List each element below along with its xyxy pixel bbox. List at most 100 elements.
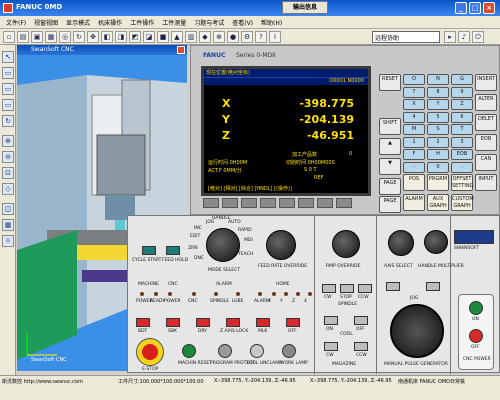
- jog-plus-button[interactable]: [386, 282, 400, 291]
- spindle-cw-button[interactable]: [322, 284, 336, 293]
- shift-key[interactable]: SHIFT: [379, 118, 401, 135]
- menu-item[interactable]: 文件(F): [2, 16, 30, 28]
- keypad-key[interactable]: Y: [427, 99, 449, 110]
- bdt-button[interactable]: [136, 318, 150, 327]
- cool-off-button[interactable]: [354, 316, 368, 325]
- delete-key[interactable]: DELET: [475, 114, 497, 131]
- keypad-key[interactable]: 3: [451, 136, 473, 148]
- zoom-icon[interactable]: ◎: [59, 30, 71, 43]
- menu-item[interactable]: 查看(V): [228, 16, 257, 28]
- view-icon[interactable]: ▭: [2, 67, 14, 79]
- wireframe-icon[interactable]: ◇: [2, 183, 14, 195]
- input-key[interactable]: INPUT: [475, 174, 497, 191]
- can-key[interactable]: CAN: [475, 154, 497, 171]
- cool-on-button[interactable]: [324, 316, 338, 325]
- info-icon[interactable]: i: [269, 30, 281, 43]
- power-off-button[interactable]: [469, 329, 483, 343]
- manual-pulse-generator[interactable]: [390, 304, 444, 358]
- view-icon[interactable]: ▭: [2, 99, 14, 111]
- softkey[interactable]: [241, 198, 257, 208]
- cursor-up-key[interactable]: ▲: [379, 138, 401, 155]
- axis-select-knob[interactable]: [388, 230, 414, 256]
- rotate-icon[interactable]: ↻: [2, 115, 14, 127]
- sbk-button[interactable]: [166, 318, 180, 327]
- menu-item[interactable]: 显示模式: [62, 16, 94, 28]
- cursor-icon[interactable]: ↖: [2, 51, 14, 63]
- keypad-key[interactable]: 1: [403, 136, 425, 148]
- softkey[interactable]: [203, 198, 219, 208]
- door-icon[interactable]: ▥: [185, 30, 197, 43]
- prgrm-key[interactable]: PRGRM: [427, 174, 449, 191]
- page-down-key[interactable]: PAGE: [379, 196, 401, 213]
- output-info-button[interactable]: 输出信息: [282, 1, 328, 14]
- save-icon[interactable]: ▣: [31, 30, 43, 43]
- tool-icon[interactable]: ▲: [171, 30, 183, 43]
- keypad-key[interactable]: 8: [427, 86, 449, 98]
- menu-item[interactable]: 帮助(H): [257, 16, 286, 28]
- record-icon[interactable]: ●: [227, 30, 239, 43]
- exit-icon[interactable]: ⏻: [472, 31, 484, 43]
- view-front-icon[interactable]: ◧: [101, 30, 113, 43]
- eob-key[interactable]: EOB: [475, 134, 497, 151]
- keypad-key[interactable]: M: [403, 124, 425, 135]
- pos-key[interactable]: POS: [403, 174, 425, 191]
- off-button[interactable]: [286, 318, 300, 327]
- spindle-stop-button[interactable]: [340, 284, 354, 293]
- view-close-icon[interactable]: [177, 46, 185, 54]
- rmp-override-knob[interactable]: [332, 230, 360, 258]
- light-icon[interactable]: ☼: [2, 235, 14, 247]
- softkey[interactable]: [298, 198, 314, 208]
- keypad-key[interactable]: X: [403, 99, 425, 110]
- fit-icon[interactable]: ⊡: [2, 167, 14, 179]
- keypad-key[interactable]: T: [451, 124, 473, 135]
- tool-unclamp-button[interactable]: [250, 344, 264, 358]
- alter-key[interactable]: ALTER: [475, 94, 497, 111]
- spindle-ccw-button[interactable]: [358, 284, 372, 293]
- new-icon[interactable]: ▫: [3, 30, 15, 43]
- menu-item[interactable]: 工件操作: [126, 16, 158, 28]
- keypad-key[interactable]: 7: [403, 86, 425, 98]
- insert-key[interactable]: INSERT: [475, 74, 497, 91]
- softkey[interactable]: [336, 198, 352, 208]
- open-icon[interactable]: ▤: [17, 30, 29, 43]
- view-side-icon[interactable]: ◩: [129, 30, 141, 43]
- graph-key[interactable]: CUSTOM GRAPH: [451, 194, 474, 211]
- mlk-button[interactable]: [256, 318, 270, 327]
- keypad-key[interactable]: 4: [403, 111, 425, 123]
- grid-icon[interactable]: ▦: [2, 219, 14, 231]
- cursor-down-key[interactable]: ▼: [379, 158, 401, 175]
- minimize-icon[interactable]: _: [455, 2, 467, 14]
- keypad-key[interactable]: 6: [451, 111, 473, 123]
- offset-key[interactable]: OFFSET SETTING: [451, 174, 473, 191]
- z-axis-lock-button[interactable]: [226, 318, 240, 327]
- estop-button[interactable]: [142, 344, 158, 360]
- handle-multiplier-knob[interactable]: [424, 230, 448, 254]
- keypad-key[interactable]: S: [427, 124, 449, 135]
- menu-item[interactable]: 习题与考试: [190, 16, 228, 28]
- close-icon[interactable]: ×: [483, 2, 495, 14]
- keypad-key[interactable]: 9: [451, 86, 473, 98]
- page-up-key[interactable]: PAGE: [379, 178, 401, 195]
- keypad-key[interactable]: F: [403, 149, 425, 160]
- menu-item[interactable]: 工件测量: [158, 16, 190, 28]
- sound-icon[interactable]: ♪: [458, 31, 470, 43]
- settings-icon[interactable]: ⚙: [241, 30, 253, 43]
- print-icon[interactable]: ▦: [45, 30, 57, 43]
- magazine-ccw-button[interactable]: [354, 342, 368, 351]
- keypad-key[interactable]: 0: [427, 161, 449, 173]
- softkey[interactable]: [222, 198, 238, 208]
- view-iso-icon[interactable]: ◪: [143, 30, 155, 43]
- view-top-icon[interactable]: ◨: [115, 30, 127, 43]
- measure-icon[interactable]: ⊕: [213, 30, 225, 43]
- reset-key[interactable]: RESET: [379, 74, 401, 91]
- keypad-key[interactable]: .: [451, 161, 473, 173]
- softkey[interactable]: [317, 198, 333, 208]
- zoom-out-icon[interactable]: ⊖: [2, 151, 14, 163]
- rotate-icon[interactable]: ↻: [73, 30, 85, 43]
- cube-icon[interactable]: ■: [157, 30, 169, 43]
- keypad-key[interactable]: G: [451, 74, 473, 85]
- keypad-key[interactable]: N: [427, 74, 449, 85]
- keypad-key[interactable]: Z: [451, 99, 473, 110]
- machine-reset-button[interactable]: [182, 344, 196, 358]
- jog-minus-button[interactable]: [426, 282, 440, 291]
